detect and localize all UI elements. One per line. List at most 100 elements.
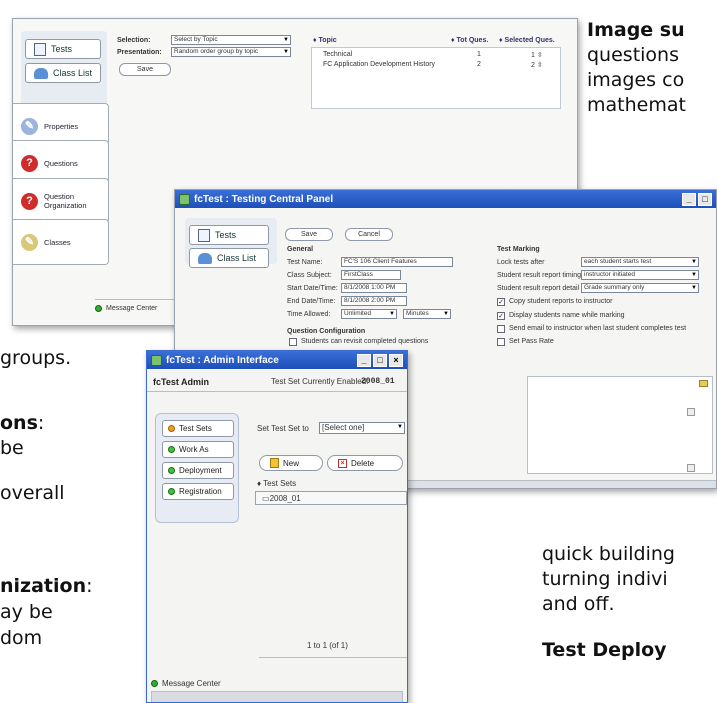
delete-button[interactable]: × Delete <box>327 455 403 471</box>
doc-text-left-3: be <box>0 437 24 459</box>
display-name-checkbox[interactable]: ✓ <box>497 312 505 320</box>
scroll-up-icon[interactable] <box>687 408 695 416</box>
report-detail-label: Student result report detail <box>497 285 580 292</box>
col-tot: ♦ Tot Ques. <box>451 37 489 44</box>
nav-tests-button[interactable]: Tests <box>25 39 101 59</box>
nav-registration-label: Registration <box>179 487 222 496</box>
scroll-down-icon[interactable] <box>687 464 695 472</box>
table-row-tot: 2 <box>477 61 481 68</box>
titlebar: fcTest : Admin Interface _ □ × <box>147 351 407 369</box>
report-timing-select[interactable]: instructor initiated <box>581 270 699 280</box>
revisit-label: Students can revisit completed questions <box>301 338 429 345</box>
doc-text-bottom-1: quick building <box>542 543 675 565</box>
delete-icon: × <box>338 458 347 468</box>
nav-classlist-label: Class List <box>217 253 257 263</box>
table-row-topic: FC Application Development History <box>323 61 436 68</box>
question-icon: ? <box>21 192 38 210</box>
message-center-label: Message Center <box>162 679 221 688</box>
document-icon <box>34 42 46 56</box>
class-subject-label: Class Subject: <box>287 272 332 279</box>
message-center: Message Center <box>151 679 221 688</box>
copy-reports-checkbox[interactable]: ✓ <box>497 298 505 306</box>
admin-nav-panel: Test Sets Work As Deployment Registratio… <box>155 413 239 523</box>
nav-tests-label: Tests <box>51 44 73 54</box>
tab-classes[interactable]: ✎ Classes <box>13 219 109 265</box>
nav-tests-label: Tests <box>215 230 237 240</box>
status-strip <box>407 480 716 488</box>
app-icon <box>151 354 162 366</box>
doc-text-left-7: dom <box>0 627 43 649</box>
doc-text-left-4: overall <box>0 482 65 504</box>
list-area <box>253 489 407 649</box>
selection-select[interactable]: Select by Topic <box>171 35 291 45</box>
nav-classlist-label: Class List <box>53 68 93 78</box>
doc-text-right-1: Image su <box>587 19 685 41</box>
revisit-checkbox[interactable] <box>289 338 297 346</box>
nav-test-sets-label: Test Sets <box>179 424 212 433</box>
doc-text-bottom-3: and off. <box>542 593 615 615</box>
maximize-icon[interactable]: □ <box>373 353 387 367</box>
test-name-field[interactable]: FC'S 106 Client Features <box>341 257 453 267</box>
set-test-set-label: Set Test Set to <box>257 424 309 433</box>
minimize-icon[interactable]: _ <box>682 192 696 206</box>
table-row-sel: 2 ⇳ <box>531 62 543 69</box>
selection-label: Selection: <box>117 37 151 44</box>
save-button[interactable]: Save <box>119 63 171 76</box>
titlebar: fcTest : Testing Central Panel _ □ <box>175 190 716 208</box>
col-topic: ♦ Topic <box>313 37 337 44</box>
test-set-select[interactable]: [Select one] <box>319 422 405 434</box>
doc-text-right-2: questions <box>587 44 679 66</box>
start-date-field[interactable]: 8/1/2008 1:00 PM <box>341 283 407 293</box>
time-allowed-label: Time Allowed: <box>287 311 331 318</box>
start-date-label: Start Date/Time: <box>287 285 338 292</box>
nav-classlist-button[interactable]: Class List <box>25 63 101 83</box>
presentation-select[interactable]: Random order group by topic <box>171 47 291 57</box>
status-dot-icon <box>168 425 175 432</box>
copy-reports-label: Copy student reports to instructor <box>509 298 613 305</box>
nav-test-sets[interactable]: Test Sets <box>162 420 234 437</box>
nav-work-as[interactable]: Work As <box>162 441 234 458</box>
tab-question-organization[interactable]: ? Question Organization <box>13 178 109 224</box>
question-config-heading: Question Configuration <box>287 328 366 335</box>
window-controls: _ □ × <box>357 353 403 367</box>
new-button[interactable]: New <box>259 455 323 471</box>
doc-text-left-6: ay be <box>0 601 53 623</box>
pass-rate-label: Set Pass Rate <box>509 338 554 345</box>
report-detail-select[interactable]: Grade summary only <box>581 283 699 293</box>
save-button[interactable]: Save <box>285 228 333 241</box>
nav-registration[interactable]: Registration <box>162 483 234 500</box>
doc-text-left-5: nization: <box>0 575 93 597</box>
properties-icon: ✎ <box>21 117 38 135</box>
pass-rate-checkbox[interactable] <box>497 338 505 346</box>
class-subject-field[interactable]: FirstClass <box>341 270 401 280</box>
nav-classlist-button[interactable]: Class List <box>189 248 269 268</box>
send-email-checkbox[interactable] <box>497 325 505 333</box>
status-dot-icon <box>168 446 175 453</box>
app-name: fcTest Admin <box>153 377 210 387</box>
general-heading: General <box>287 246 314 253</box>
test-name-label: Test Name: <box>287 259 323 266</box>
new-icon <box>270 458 279 468</box>
end-date-label: End Date/Time: <box>287 298 336 305</box>
table-row-tot: 1 <box>477 51 481 58</box>
maximize-icon[interactable]: □ <box>698 192 712 206</box>
status-led-icon <box>95 305 102 312</box>
time-allowed-select[interactable]: Unlimited <box>341 309 397 319</box>
tab-properties-label: Properties <box>44 121 79 131</box>
time-unit-select[interactable]: Minutes <box>403 309 451 319</box>
cancel-button[interactable]: Cancel <box>345 228 393 241</box>
new-label: New <box>283 458 300 468</box>
nav-deployment[interactable]: Deployment <box>162 462 234 479</box>
col-selected: ♦ Selected Ques. <box>499 37 555 44</box>
minimize-icon[interactable]: _ <box>357 353 371 367</box>
pager: 1 to 1 (of 1) <box>307 641 348 650</box>
nav-tests-button[interactable]: Tests <box>189 225 269 245</box>
notes-area[interactable] <box>527 376 713 474</box>
doc-text-left-2: ons: <box>0 412 45 434</box>
lock-tests-select[interactable]: each student starts test <box>581 257 699 267</box>
window-title: fcTest : Testing Central Panel <box>194 193 334 205</box>
doc-text-right-4: mathemat <box>587 94 686 116</box>
admin-body: fcTest Admin Test Set Currently Enabled:… <box>147 369 407 702</box>
close-icon[interactable]: × <box>389 353 403 367</box>
end-date-field[interactable]: 8/1/2008 2:00 PM <box>341 296 407 306</box>
